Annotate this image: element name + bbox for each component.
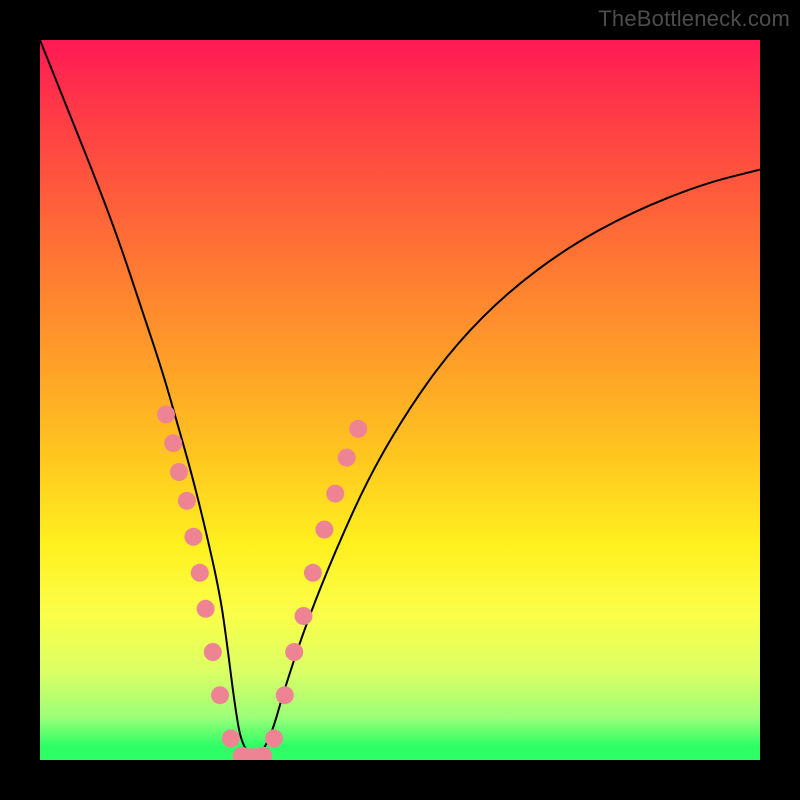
data-marker — [222, 729, 240, 747]
data-marker — [204, 643, 222, 661]
data-marker — [211, 686, 229, 704]
curve-svg — [40, 40, 760, 760]
data-marker — [285, 643, 303, 661]
data-marker — [276, 686, 294, 704]
data-marker — [304, 564, 322, 582]
watermark-text: TheBottleneck.com — [598, 6, 790, 32]
data-marker — [191, 564, 209, 582]
data-marker — [315, 521, 333, 539]
plot-area — [40, 40, 760, 760]
data-marker — [265, 729, 283, 747]
chart-container: TheBottleneck.com — [0, 0, 800, 800]
data-marker — [164, 434, 182, 452]
data-marker — [197, 600, 215, 618]
data-marker — [184, 528, 202, 546]
data-marker — [170, 463, 188, 481]
marker-group — [157, 405, 367, 760]
data-marker — [338, 449, 356, 467]
data-marker — [349, 420, 367, 438]
data-marker — [295, 607, 313, 625]
data-marker — [326, 485, 344, 503]
bottleneck-curve-path — [40, 40, 760, 756]
data-marker — [157, 405, 175, 423]
data-marker — [178, 492, 196, 510]
